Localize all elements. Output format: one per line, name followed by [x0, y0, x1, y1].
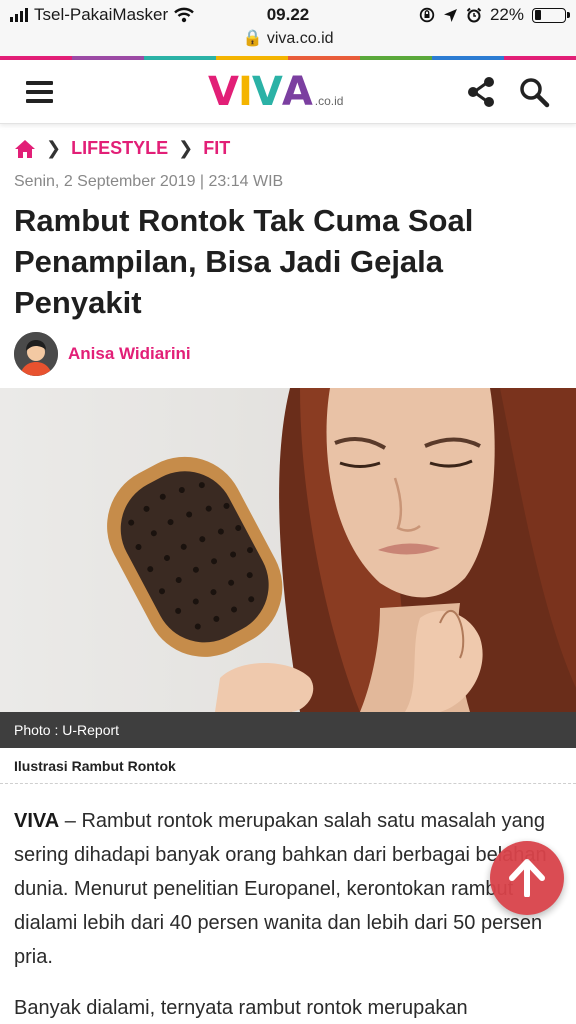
battery-icon [532, 7, 570, 23]
article-title: Rambut Rontok Tak Cuma Soal Penampilan, … [14, 203, 474, 320]
paragraph-text: – Rambut rontok merupakan salah satu mas… [14, 810, 547, 968]
alarm-icon [466, 7, 482, 23]
chevron-right-icon: ❯ [178, 138, 194, 158]
author-block[interactable]: Anisa Widiarini [14, 332, 191, 376]
article-photo [0, 388, 576, 712]
author-name[interactable]: Anisa Widiarini [68, 344, 191, 364]
location-icon [443, 8, 457, 22]
lead-word: VIVA [14, 810, 60, 832]
site-logo[interactable]: V I V A .co.id [208, 72, 343, 112]
photo-caption: Ilustrasi Rambut Rontok [14, 758, 176, 774]
address-url: viva.co.id [266, 30, 334, 47]
share-icon[interactable] [466, 76, 496, 108]
address-bar[interactable]: 🔒 viva.co.id [0, 28, 576, 48]
lock-icon: 🔒 [242, 30, 263, 47]
breadcrumb-item-lifestyle[interactable]: LIFESTYLE [71, 138, 168, 159]
chevron-right-icon: ❯ [46, 138, 62, 158]
arrow-up-icon [509, 859, 545, 897]
scroll-to-top-button[interactable] [490, 841, 564, 915]
divider [0, 783, 576, 784]
rotation-lock-icon [419, 7, 435, 23]
logo-letter-v2: V [251, 69, 283, 115]
logo-letter-i: I [237, 69, 253, 115]
hamburger-icon[interactable] [26, 81, 53, 103]
battery-fill [534, 10, 541, 20]
logo-letter-a: A [281, 69, 313, 115]
search-icon[interactable] [518, 76, 550, 108]
breadcrumb-item-fit[interactable]: FIT [203, 138, 230, 159]
photo-credit: Photo : U-Report [0, 712, 576, 748]
site-header: V I V A .co.id [0, 60, 576, 124]
logo-suffix: .co.id [314, 94, 344, 108]
article-date: Senin, 2 September 2019 | 23:14 WIB [14, 173, 284, 190]
status-right: 22% [419, 5, 570, 25]
home-icon[interactable] [14, 139, 36, 159]
status-bar: Tsel-PakaiMasker 09.22 🔒 viva.co.id 22% [0, 0, 576, 56]
breadcrumb: ❯ LIFESTYLE ❯ FIT [14, 138, 230, 159]
battery-percent: 22% [489, 5, 524, 24]
avatar [14, 332, 58, 376]
article-paragraph: Banyak dialami, ternyata rambut rontok m… [14, 997, 468, 1019]
logo-letter-v: V [208, 69, 239, 115]
article-paragraph: VIVA – Rambut rontok merupakan salah sat… [14, 804, 560, 974]
